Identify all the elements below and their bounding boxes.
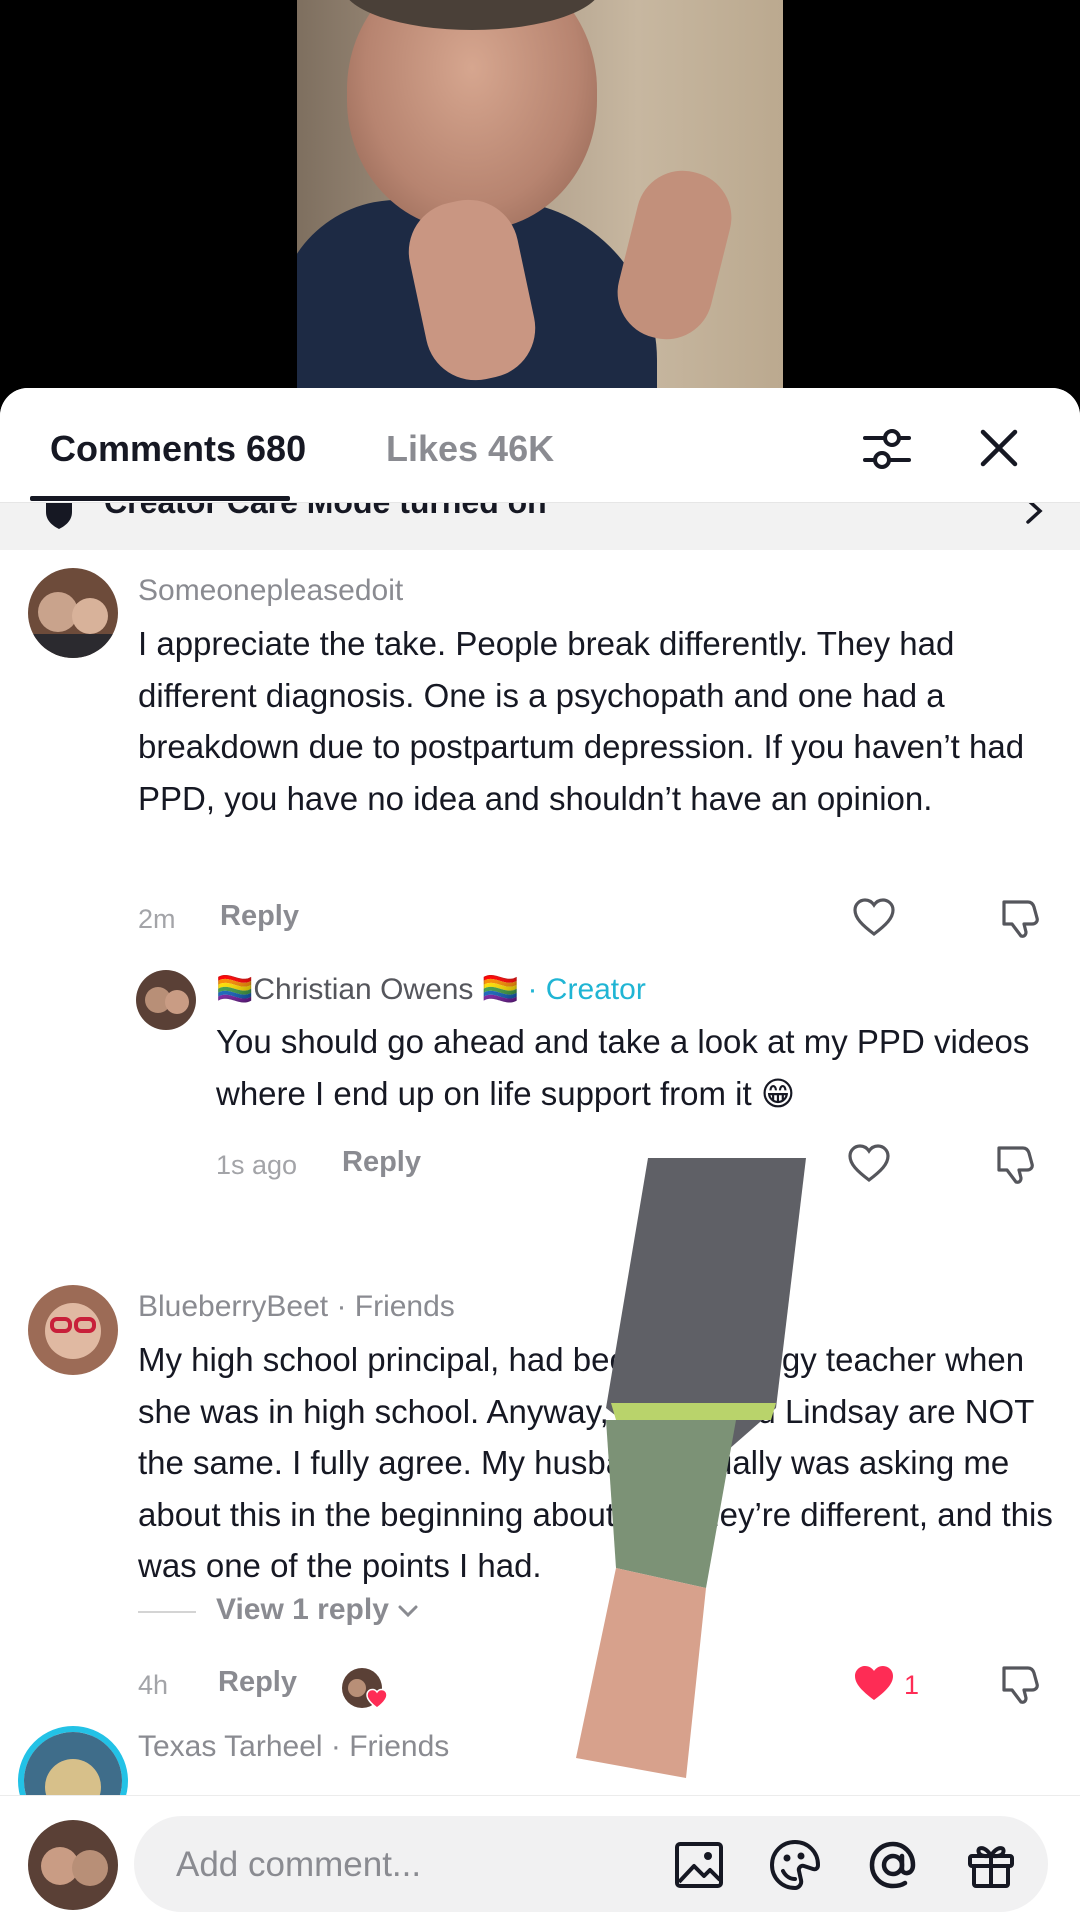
emoji-icon[interactable]	[768, 1838, 822, 1892]
comment-time: 4h	[138, 1670, 169, 1700]
view-replies-button[interactable]: View 1 reply	[216, 1593, 419, 1627]
avatar[interactable]	[136, 970, 196, 1030]
comment-username[interactable]: 🏳️‍🌈Christian Owens 🏳️‍🌈 · Creator	[216, 972, 646, 1007]
dislike-icon[interactable]	[998, 1662, 1042, 1706]
my-avatar[interactable]	[28, 1820, 118, 1910]
like-count: 1	[904, 1670, 920, 1700]
comment-input[interactable]	[174, 1816, 678, 1914]
image-icon[interactable]	[672, 1838, 726, 1892]
comment-text: I appreciate the take. People break diff…	[138, 625, 1025, 817]
comment-time: 1s ago	[216, 1150, 298, 1180]
creator-badge: · Creator	[519, 973, 646, 1006]
reply-button[interactable]: Reply	[342, 1146, 421, 1179]
gift-icon[interactable]	[964, 1838, 1018, 1892]
close-icon[interactable]	[975, 424, 1023, 472]
dislike-icon[interactable]	[998, 896, 1042, 940]
dislike-icon[interactable]	[993, 1142, 1037, 1186]
comment-text: You should go ahead and take a look at m…	[216, 1023, 1030, 1112]
mention-icon[interactable]	[866, 1838, 920, 1892]
tab-comments[interactable]: Comments 680	[50, 428, 306, 470]
avatar[interactable]	[28, 568, 118, 658]
shield-heart-icon	[46, 502, 72, 529]
creator-care-banner[interactable]: Creator Care Mode turned on	[0, 502, 1080, 550]
tab-likes[interactable]: Likes 46K	[386, 428, 554, 470]
heart-outline-icon[interactable]	[852, 896, 896, 940]
sheet-header: Comments 680 Likes 46K	[0, 388, 1080, 503]
chevron-down-icon	[398, 1605, 418, 1618]
video-player[interactable]	[0, 0, 1080, 400]
avatar[interactable]	[28, 1285, 118, 1375]
comment-username[interactable]: Texas Tarheel · Friends	[138, 1730, 449, 1764]
active-tab-indicator	[30, 496, 290, 501]
comment-username[interactable]: BlueberryBeet · Friends	[138, 1290, 455, 1324]
thread-line	[138, 1611, 196, 1613]
comments-sheet: Comments 680 Likes 46K Creator Care Mode…	[0, 388, 1080, 1920]
comment-username[interactable]: Someonepleasedoit	[138, 574, 403, 608]
comment-box[interactable]	[134, 1816, 1048, 1914]
video-person-face	[347, 0, 597, 230]
video-person-hand-right	[607, 161, 742, 349]
reply-button[interactable]: Reply	[220, 900, 299, 933]
heart-filled-icon[interactable]	[852, 1662, 896, 1706]
comment-text: My high school principal, had been her b…	[138, 1341, 1053, 1584]
heart-outline-icon[interactable]	[847, 1142, 891, 1186]
creator-care-text: Creator Care Mode turned on	[104, 502, 547, 520]
chevron-right-icon	[1026, 502, 1043, 524]
view-replies-label[interactable]: View 1 reply	[216, 1593, 389, 1626]
creator-name[interactable]: 🏳️‍🌈Christian Owens 🏳️‍🌈	[216, 973, 519, 1006]
creator-liked-heart-icon	[366, 1688, 388, 1709]
filter-icon[interactable]	[862, 424, 912, 474]
comment-composer	[0, 1795, 1080, 1921]
comment-time: 2m	[138, 904, 176, 934]
video-frame[interactable]	[297, 0, 783, 400]
reply-button[interactable]: Reply	[218, 1666, 297, 1699]
